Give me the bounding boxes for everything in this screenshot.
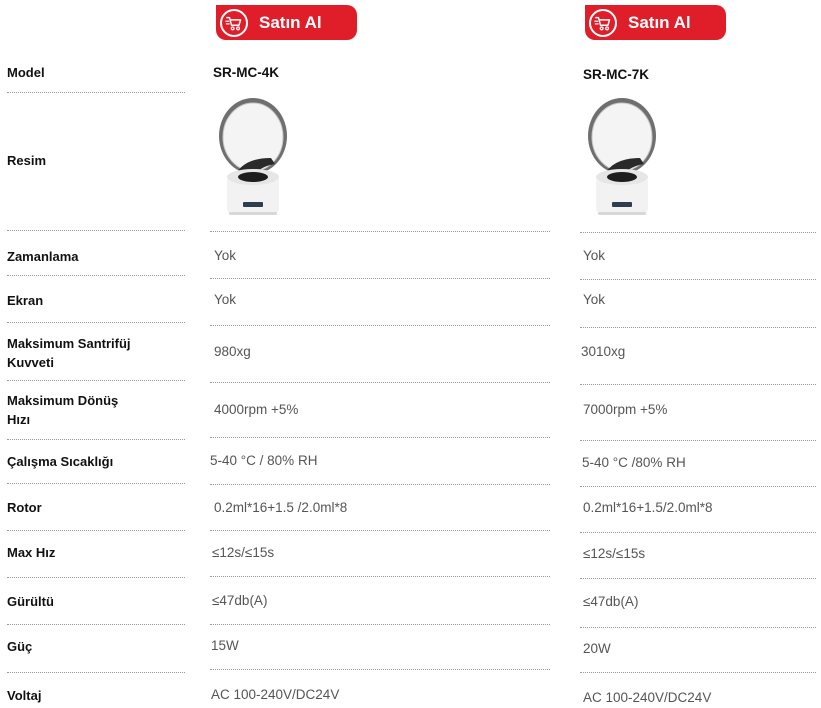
- value-max-hiz-1: ≤12s/≤15s: [212, 545, 275, 560]
- row-divider: [580, 627, 816, 628]
- row-divider: [7, 672, 185, 673]
- row-divider: [580, 384, 816, 385]
- shopping-cart-icon: [589, 8, 617, 37]
- row-label-line: Hızı: [7, 412, 31, 427]
- row-divider: [580, 486, 816, 487]
- row-divider: [7, 439, 185, 440]
- row-divider: [210, 576, 550, 577]
- value-max-speed-2: 7000rpm +5%: [583, 402, 668, 417]
- buy-button-2[interactable]: Satın Al: [585, 5, 726, 40]
- row-label-line: Maksimum Dönüş: [7, 393, 119, 408]
- row-divider: [210, 669, 550, 670]
- row-divider: [580, 578, 816, 579]
- buy-button-1[interactable]: Satın Al: [216, 5, 357, 40]
- row-label-power: Güç: [7, 639, 33, 654]
- value-max-force-1: 980xg: [214, 344, 251, 359]
- row-label-ekran: Ekran: [7, 293, 44, 308]
- row-divider: [7, 483, 185, 484]
- value-rotor-1: 0.2ml*16+1.5 /2.0ml*8: [214, 500, 348, 515]
- row-divider: [7, 322, 185, 323]
- row-label-line: Kuvveti: [7, 355, 54, 370]
- row-label-rotor: Rotor: [7, 500, 42, 515]
- value-temperature-1: 5-40 °C / 80% RH: [210, 453, 318, 468]
- value-power-2: 20W: [583, 641, 611, 656]
- value-zamanlama-1: Yok: [214, 248, 237, 263]
- row-divider: [580, 232, 816, 233]
- row-divider: [580, 532, 816, 533]
- row-divider: [7, 92, 185, 93]
- value-max-force-2: 3010xg: [581, 344, 626, 359]
- value-voltage-2: AC 100-240V/DC24V: [583, 690, 712, 705]
- row-label-zamanlama: Zamanlama: [7, 249, 79, 264]
- row-divider: [7, 624, 185, 625]
- value-noise-2: ≤47db(A): [583, 594, 639, 609]
- value-temperature-2: 5-40 °C /80% RH: [582, 455, 686, 470]
- row-divider: [210, 437, 550, 438]
- row-divider: [210, 231, 550, 232]
- shopping-cart-icon: [220, 8, 248, 37]
- row-label-noise: Gürültü: [7, 594, 54, 609]
- value-zamanlama-2: Yok: [583, 248, 606, 263]
- value-ekran-2: Yok: [583, 292, 606, 307]
- model-name-2: SR-MC-7K: [583, 67, 649, 82]
- row-divider: [210, 382, 550, 383]
- row-label-voltage: Voltaj: [7, 688, 42, 703]
- row-label-model: Model: [7, 65, 45, 80]
- buy-button-label: Satın Al: [628, 12, 691, 32]
- value-noise-1: ≤47db(A): [212, 593, 268, 608]
- row-divider: [7, 380, 185, 381]
- value-voltage-1: AC 100-240V/DC24V: [211, 687, 340, 702]
- row-label-max-force: Maksimum Santrifüj Kuvveti: [7, 334, 185, 372]
- value-max-hiz-2: ≤12s/≤15s: [583, 546, 646, 561]
- model-name-1: SR-MC-4K: [213, 65, 279, 80]
- row-divider: [580, 440, 816, 441]
- row-label-resim: Resim: [7, 153, 47, 168]
- value-rotor-2: 0.2ml*16+1.5/2.0ml*8: [583, 500, 713, 515]
- row-divider: [210, 530, 550, 531]
- row-label-temperature: Çalışma Sıcaklığı: [7, 454, 114, 469]
- row-divider: [210, 278, 550, 279]
- row-divider: [7, 230, 185, 231]
- row-label-max-speed: Maksimum Dönüş Hızı: [7, 391, 185, 429]
- row-divider: [210, 325, 550, 326]
- row-divider: [210, 484, 550, 485]
- row-divider: [580, 327, 816, 328]
- buy-button-label: Satın Al: [259, 12, 322, 32]
- row-divider: [7, 577, 185, 578]
- row-divider: [210, 624, 550, 625]
- product-image-2: [582, 94, 662, 222]
- product-image-1: [213, 94, 293, 222]
- row-divider: [580, 672, 816, 673]
- row-label-max-hiz: Max Hız: [7, 545, 56, 560]
- row-divider: [7, 530, 185, 531]
- row-divider: [580, 279, 816, 280]
- value-ekran-1: Yok: [214, 292, 237, 307]
- row-divider: [7, 275, 185, 276]
- value-power-1: 15W: [211, 638, 239, 653]
- row-label-line: Maksimum Santrifüj: [7, 336, 131, 351]
- value-max-speed-1: 4000rpm +5%: [214, 402, 299, 417]
